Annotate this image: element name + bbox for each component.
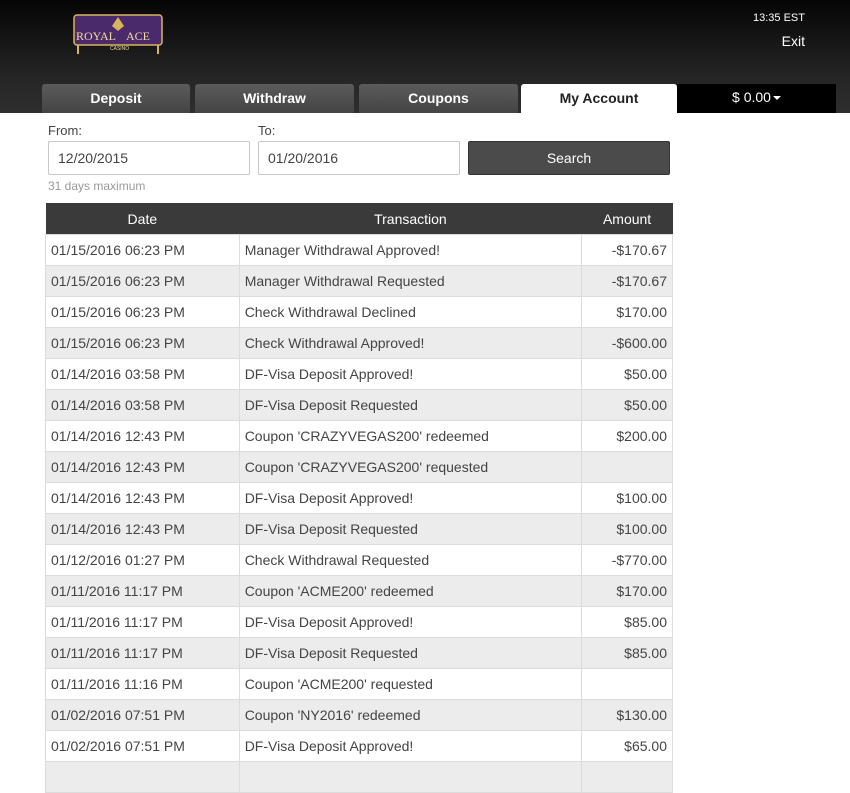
date-range-hint: 31 days maximum <box>48 179 146 193</box>
date-cell: 01/12/2016 01:27 PM <box>45 544 240 576</box>
date-cell: 01/11/2016 11:16 PM <box>45 668 240 700</box>
amount-cell <box>581 451 673 483</box>
amount-cell: -$170.67 <box>581 265 673 297</box>
to-date-input[interactable] <box>258 141 460 175</box>
amount-cell: -$770.00 <box>581 544 673 576</box>
table-row: 01/14/2016 12:43 PM Coupon 'CRAZYVEGAS200… <box>45 420 673 452</box>
transaction-cell: Coupon 'CRAZYVEGAS200' redeemed <box>238 420 583 452</box>
table-row: 01/11/2016 11:17 PM DF-Visa Deposit Appro… <box>45 606 673 638</box>
amount-cell: $85.00 <box>581 606 673 638</box>
table-row: 01/02/2016 07:51 PM Coupon 'NY2016' redee… <box>45 699 673 731</box>
amount-cell <box>581 668 673 700</box>
amount-cell: $100.00 <box>581 482 673 514</box>
amount-cell <box>581 761 673 793</box>
svg-text:ROYAL: ROYAL <box>76 29 116 43</box>
tab-my-account[interactable]: My Account <box>521 84 677 113</box>
date-cell: 01/02/2016 07:51 PM <box>45 730 240 762</box>
transaction-cell: Manager Withdrawal Approved! <box>238 234 583 266</box>
from-date-input[interactable] <box>48 141 250 175</box>
table-row: 01/15/2016 06:23 PM Check Withdrawal Appr… <box>45 327 673 359</box>
date-cell: 01/14/2016 03:58 PM <box>45 389 240 421</box>
transaction-cell: DF-Visa Deposit Approved! <box>238 358 583 390</box>
date-cell: 01/15/2016 06:23 PM <box>45 234 240 266</box>
table-row: 01/11/2016 11:17 PM Coupon 'ACME200' rede… <box>45 575 673 607</box>
date-cell: 01/14/2016 12:43 PM <box>45 420 240 452</box>
table-row: 01/15/2016 06:23 PM Check Withdrawal Decl… <box>45 296 673 328</box>
date-cell: 01/14/2016 03:58 PM <box>45 358 240 390</box>
table-row <box>45 761 673 793</box>
table-row: 01/11/2016 11:17 PM DF-Visa Deposit Reque… <box>45 637 673 669</box>
amount-cell: $130.00 <box>581 699 673 731</box>
amount-cell: $50.00 <box>581 358 673 390</box>
amount-cell: $100.00 <box>581 513 673 545</box>
transaction-cell: Check Withdrawal Approved! <box>238 327 583 359</box>
tab-withdraw[interactable]: Withdraw <box>195 84 354 113</box>
tab-coupons[interactable]: Coupons <box>359 84 518 113</box>
to-label: To: <box>258 123 276 138</box>
date-cell: 01/14/2016 12:43 PM <box>45 451 240 483</box>
column-header-transaction[interactable]: Transaction <box>239 203 582 235</box>
table-row: 01/12/2016 01:27 PM Check Withdrawal Requ… <box>45 544 673 576</box>
date-cell: 01/02/2016 07:51 PM <box>45 699 240 731</box>
amount-cell: $65.00 <box>581 730 673 762</box>
header-bar: ROYAL ACE CASINO 13:35 EST Exit Deposit … <box>0 0 850 113</box>
tab-deposit[interactable]: Deposit <box>42 84 190 113</box>
table-row: 01/14/2016 03:58 PM DF-Visa Deposit Appro… <box>45 358 673 390</box>
date-cell: 01/15/2016 06:23 PM <box>45 265 240 297</box>
transactions-table: Date Transaction Amount 01/15/2016 06:23… <box>45 203 673 793</box>
balance-value: $ 0.00 <box>732 89 771 105</box>
transaction-cell: DF-Visa Deposit Approved! <box>238 482 583 514</box>
date-cell: 01/11/2016 11:17 PM <box>45 606 240 638</box>
table-row: 01/14/2016 03:58 PM DF-Visa Deposit Reque… <box>45 389 673 421</box>
date-cell: 01/15/2016 06:23 PM <box>45 327 240 359</box>
transaction-cell <box>238 761 583 793</box>
amount-cell: $50.00 <box>581 389 673 421</box>
date-cell: 01/11/2016 11:17 PM <box>45 637 240 669</box>
caret-down-icon <box>772 96 781 101</box>
table-row: 01/15/2016 06:23 PM Manager Withdrawal Ap… <box>45 234 673 266</box>
date-cell: 01/14/2016 12:43 PM <box>45 482 240 514</box>
table-row: 01/11/2016 11:16 PM Coupon 'ACME200' requ… <box>45 668 673 700</box>
table-row: 01/14/2016 12:43 PM DF-Visa Deposit Reque… <box>45 513 673 545</box>
date-cell: 01/15/2016 06:23 PM <box>45 296 240 328</box>
table-row: 01/02/2016 07:51 PM DF-Visa Deposit Appro… <box>45 730 673 762</box>
amount-cell: -$170.67 <box>581 234 673 266</box>
transaction-cell: DF-Visa Deposit Requested <box>238 637 583 669</box>
transaction-cell: Check Withdrawal Requested <box>238 544 583 576</box>
amount-cell: $170.00 <box>581 575 673 607</box>
transaction-cell: Coupon 'NY2016' redeemed <box>238 699 583 731</box>
date-cell: 01/14/2016 12:43 PM <box>45 513 240 545</box>
transaction-cell: Coupon 'ACME200' redeemed <box>238 575 583 607</box>
date-cell: 01/11/2016 11:17 PM <box>45 575 240 607</box>
table-row: 01/14/2016 12:43 PM DF-Visa Deposit Appro… <box>45 482 673 514</box>
clock-label: 13:35 EST <box>753 12 805 24</box>
amount-cell: $200.00 <box>581 420 673 452</box>
svg-text:ACE: ACE <box>126 29 150 43</box>
amount-cell: -$600.00 <box>581 327 673 359</box>
transaction-cell: DF-Visa Deposit Approved! <box>238 606 583 638</box>
transaction-cell: Manager Withdrawal Requested <box>238 265 583 297</box>
balance-dropdown[interactable]: $ 0.00 <box>677 84 836 113</box>
transaction-cell: Coupon 'ACME200' requested <box>238 668 583 700</box>
transaction-cell: DF-Visa Deposit Requested <box>238 513 583 545</box>
exit-link[interactable]: Exit <box>782 33 805 49</box>
search-button[interactable]: Search <box>468 141 670 175</box>
date-cell <box>45 761 240 793</box>
column-header-amount[interactable]: Amount <box>581 203 673 235</box>
transaction-cell: DF-Visa Deposit Approved! <box>238 730 583 762</box>
royal-ace-logo[interactable]: ROYAL ACE CASINO <box>72 12 164 56</box>
amount-cell: $85.00 <box>581 637 673 669</box>
column-header-date[interactable]: Date <box>45 203 240 235</box>
table-row: 01/15/2016 06:23 PM Manager Withdrawal Re… <box>45 265 673 297</box>
table-header-row: Date Transaction Amount <box>45 203 673 235</box>
from-label: From: <box>48 123 82 138</box>
transaction-cell: Check Withdrawal Declined <box>238 296 583 328</box>
amount-cell: $170.00 <box>581 296 673 328</box>
table-row: 01/14/2016 12:43 PM Coupon 'CRAZYVEGAS200… <box>45 451 673 483</box>
svg-text:CASINO: CASINO <box>110 46 129 52</box>
transaction-cell: DF-Visa Deposit Requested <box>238 389 583 421</box>
transaction-cell: Coupon 'CRAZYVEGAS200' requested <box>238 451 583 483</box>
